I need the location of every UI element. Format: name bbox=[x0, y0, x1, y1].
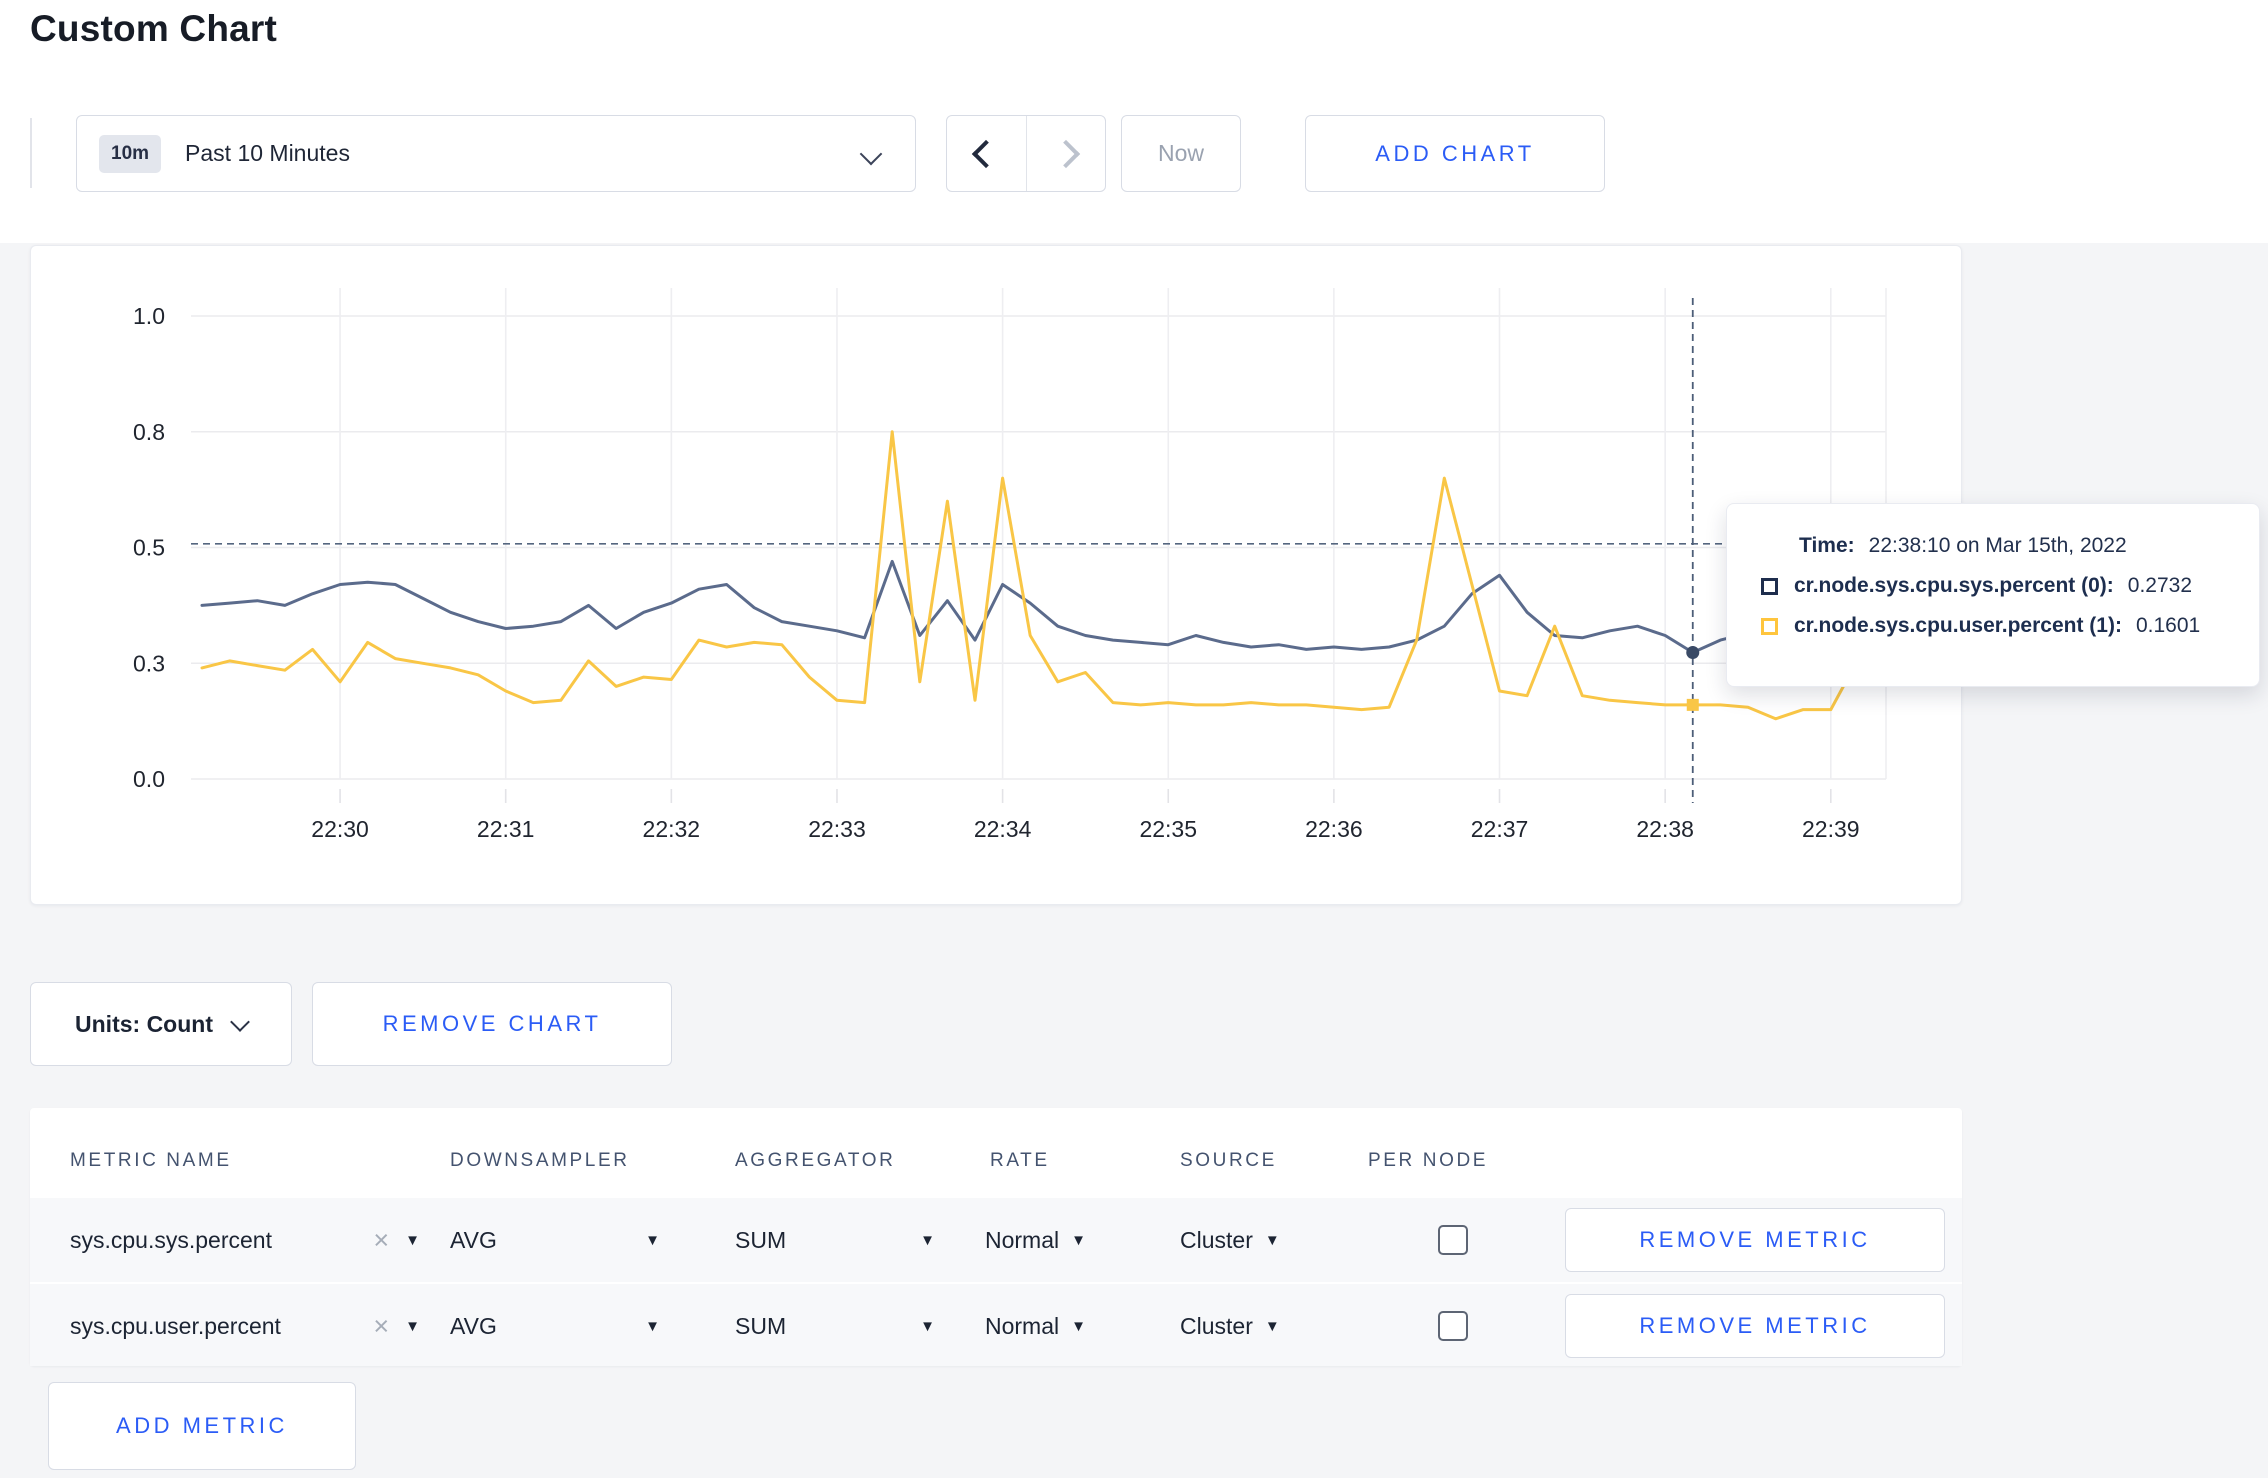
chevron-down-icon bbox=[230, 1012, 250, 1032]
caret-down-icon: ▼ bbox=[920, 1231, 935, 1249]
remove-chart-button[interactable]: REMOVE CHART bbox=[312, 982, 672, 1066]
page-title: Custom Chart bbox=[30, 8, 278, 49]
chart-card: 0.0 0.3 0.5 0.8 1.0 22:30 22:31 22:32 22:33 22:34… bbox=[30, 245, 1962, 905]
units-dropdown[interactable]: Units: Count bbox=[30, 982, 292, 1066]
caret-down-icon: ▼ bbox=[405, 1231, 420, 1249]
tooltip-time-label: Time: bbox=[1799, 534, 1855, 557]
tooltip-series-label: cr.node.sys.cpu.sys.percent (0): bbox=[1794, 574, 2114, 597]
x-tick-label: 22:30 bbox=[311, 816, 369, 842]
chevron-left-icon bbox=[972, 139, 1001, 168]
y-tick-label: 1.0 bbox=[133, 303, 165, 329]
caret-down-icon: ▼ bbox=[645, 1317, 660, 1335]
remove-metric-button[interactable]: REMOVE METRIC bbox=[1565, 1208, 1945, 1272]
tooltip-time-value: 22:38:10 on Mar 15th, 2022 bbox=[1868, 534, 2127, 557]
x-tick-label: 22:31 bbox=[477, 816, 535, 842]
y-tick-label: 0.5 bbox=[133, 535, 165, 561]
tooltip-series-row: cr.node.sys.cpu.user.percent (1): 0.1601 bbox=[1761, 614, 2259, 638]
source-value: Cluster bbox=[1180, 1226, 1253, 1253]
series-sys-swatch-icon bbox=[1761, 577, 1778, 595]
x-tick-label: 22:33 bbox=[808, 816, 866, 842]
column-header-downsampler: DOWNSAMPLER bbox=[450, 1150, 630, 1171]
metrics-table: METRIC NAME DOWNSAMPLER AGGREGATOR RATE … bbox=[30, 1108, 1962, 1366]
tooltip-series-value: 0.2732 bbox=[2127, 574, 2193, 597]
rate-value: Normal bbox=[985, 1226, 1060, 1253]
caret-down-icon: ▼ bbox=[1264, 1317, 1280, 1335]
x-tick-label: 22:38 bbox=[1636, 816, 1694, 842]
series-user-swatch-icon bbox=[1761, 617, 1778, 635]
chevron-right-icon bbox=[1051, 139, 1080, 168]
column-header-aggregator: AGGREGATOR bbox=[735, 1150, 896, 1171]
y-tick-label: 0.0 bbox=[133, 766, 165, 792]
column-header-rate: RATE bbox=[990, 1150, 1050, 1171]
x-tick-label: 22:36 bbox=[1305, 816, 1363, 842]
table-row: sys.cpu.user.percent × ▼ AVG ▼ SUM ▼ Nor… bbox=[30, 1282, 1962, 1366]
time-window-badge: 10m bbox=[99, 134, 162, 173]
custom-chart-page: Custom Chart 10m Past 10 Minutes Now ADD… bbox=[0, 0, 2268, 1478]
crosshair-marker bbox=[1686, 698, 1699, 711]
metric-name-value: sys.cpu.user.percent bbox=[70, 1312, 281, 1339]
caret-down-icon: ▼ bbox=[1071, 1231, 1086, 1249]
tooltip-series-row: cr.node.sys.cpu.sys.percent (0): 0.2732 bbox=[1761, 574, 2259, 598]
caret-down-icon: ▼ bbox=[920, 1317, 935, 1335]
caret-down-icon: ▼ bbox=[645, 1231, 660, 1249]
header-band: Custom Chart 10m Past 10 Minutes Now ADD… bbox=[0, 0, 2268, 243]
metric-name-dropdown[interactable]: sys.cpu.user.percent × ▼ bbox=[70, 1284, 420, 1368]
y-tick-label: 0.8 bbox=[133, 419, 165, 445]
aggregator-dropdown[interactable]: SUM ▼ bbox=[735, 1198, 935, 1282]
chart-tooltip: Time: 22:38:10 on Mar 15th, 2022 cr.node… bbox=[1726, 503, 2260, 687]
remove-metric-button[interactable]: REMOVE METRIC bbox=[1565, 1294, 1945, 1358]
series-line bbox=[200, 430, 1888, 721]
series-line bbox=[200, 559, 1888, 654]
aggregator-dropdown[interactable]: SUM ▼ bbox=[735, 1284, 935, 1368]
toolbar-divider bbox=[30, 118, 32, 188]
downsampler-dropdown[interactable]: AVG ▼ bbox=[450, 1198, 660, 1282]
x-tick-label: 22:37 bbox=[1471, 816, 1529, 842]
next-time-button[interactable] bbox=[1025, 116, 1106, 191]
source-dropdown[interactable]: Cluster ▼ bbox=[1180, 1284, 1350, 1368]
column-header-source: SOURCE bbox=[1180, 1150, 1277, 1171]
add-metric-button[interactable]: ADD METRIC bbox=[48, 1382, 356, 1470]
units-label: Units: Count bbox=[75, 1010, 213, 1037]
tooltip-series-label: cr.node.sys.cpu.user.percent (1): bbox=[1794, 614, 2122, 637]
downsampler-value: AVG bbox=[450, 1312, 497, 1339]
tooltip-series-value: 0.1601 bbox=[2135, 614, 2201, 637]
time-window-label: Past 10 Minutes bbox=[185, 140, 350, 166]
downsampler-dropdown[interactable]: AVG ▼ bbox=[450, 1284, 660, 1368]
column-header-metric-name: METRIC NAME bbox=[70, 1150, 232, 1171]
prev-time-button[interactable] bbox=[947, 116, 1026, 191]
aggregator-value: SUM bbox=[735, 1312, 787, 1339]
caret-down-icon: ▼ bbox=[1071, 1317, 1086, 1335]
chevron-down-icon bbox=[859, 142, 883, 166]
caret-down-icon: ▼ bbox=[1264, 1231, 1280, 1249]
rate-dropdown[interactable]: Normal ▼ bbox=[985, 1198, 1155, 1282]
now-button[interactable]: Now bbox=[1121, 115, 1241, 192]
per-node-checkbox[interactable] bbox=[1438, 1225, 1468, 1255]
x-tick-label: 22:34 bbox=[974, 816, 1032, 842]
line-chart[interactable]: 0.0 0.3 0.5 0.8 1.0 22:30 22:31 22:32 22:33 22:34… bbox=[31, 246, 1961, 904]
tooltip-time-row: Time: 22:38:10 on Mar 15th, 2022 bbox=[1761, 534, 2259, 558]
source-dropdown[interactable]: Cluster ▼ bbox=[1180, 1198, 1350, 1282]
source-value: Cluster bbox=[1180, 1312, 1253, 1339]
x-tick-label: 22:39 bbox=[1802, 816, 1860, 842]
column-header-per-node: PER NODE bbox=[1368, 1150, 1489, 1171]
per-node-checkbox[interactable] bbox=[1438, 1311, 1468, 1341]
caret-down-icon: ▼ bbox=[405, 1317, 420, 1335]
clear-metric-icon[interactable]: × bbox=[373, 1312, 389, 1340]
crosshair-marker bbox=[1686, 646, 1700, 660]
downsampler-value: AVG bbox=[450, 1226, 497, 1253]
time-nav-arrows bbox=[946, 115, 1106, 192]
add-chart-button[interactable]: ADD CHART bbox=[1305, 115, 1605, 192]
rate-dropdown[interactable]: Normal ▼ bbox=[985, 1284, 1155, 1368]
x-tick-label: 22:35 bbox=[1139, 816, 1197, 842]
metric-name-value: sys.cpu.sys.percent bbox=[70, 1226, 272, 1253]
table-row: sys.cpu.sys.percent × ▼ AVG ▼ SUM ▼ Norm… bbox=[30, 1198, 1962, 1282]
metric-name-dropdown[interactable]: sys.cpu.sys.percent × ▼ bbox=[70, 1198, 420, 1282]
aggregator-value: SUM bbox=[735, 1226, 787, 1253]
y-tick-label: 0.3 bbox=[133, 650, 165, 676]
clear-metric-icon[interactable]: × bbox=[373, 1226, 389, 1254]
time-window-dropdown[interactable]: 10m Past 10 Minutes bbox=[76, 115, 916, 192]
rate-value: Normal bbox=[985, 1312, 1060, 1339]
x-tick-label: 22:32 bbox=[643, 816, 701, 842]
